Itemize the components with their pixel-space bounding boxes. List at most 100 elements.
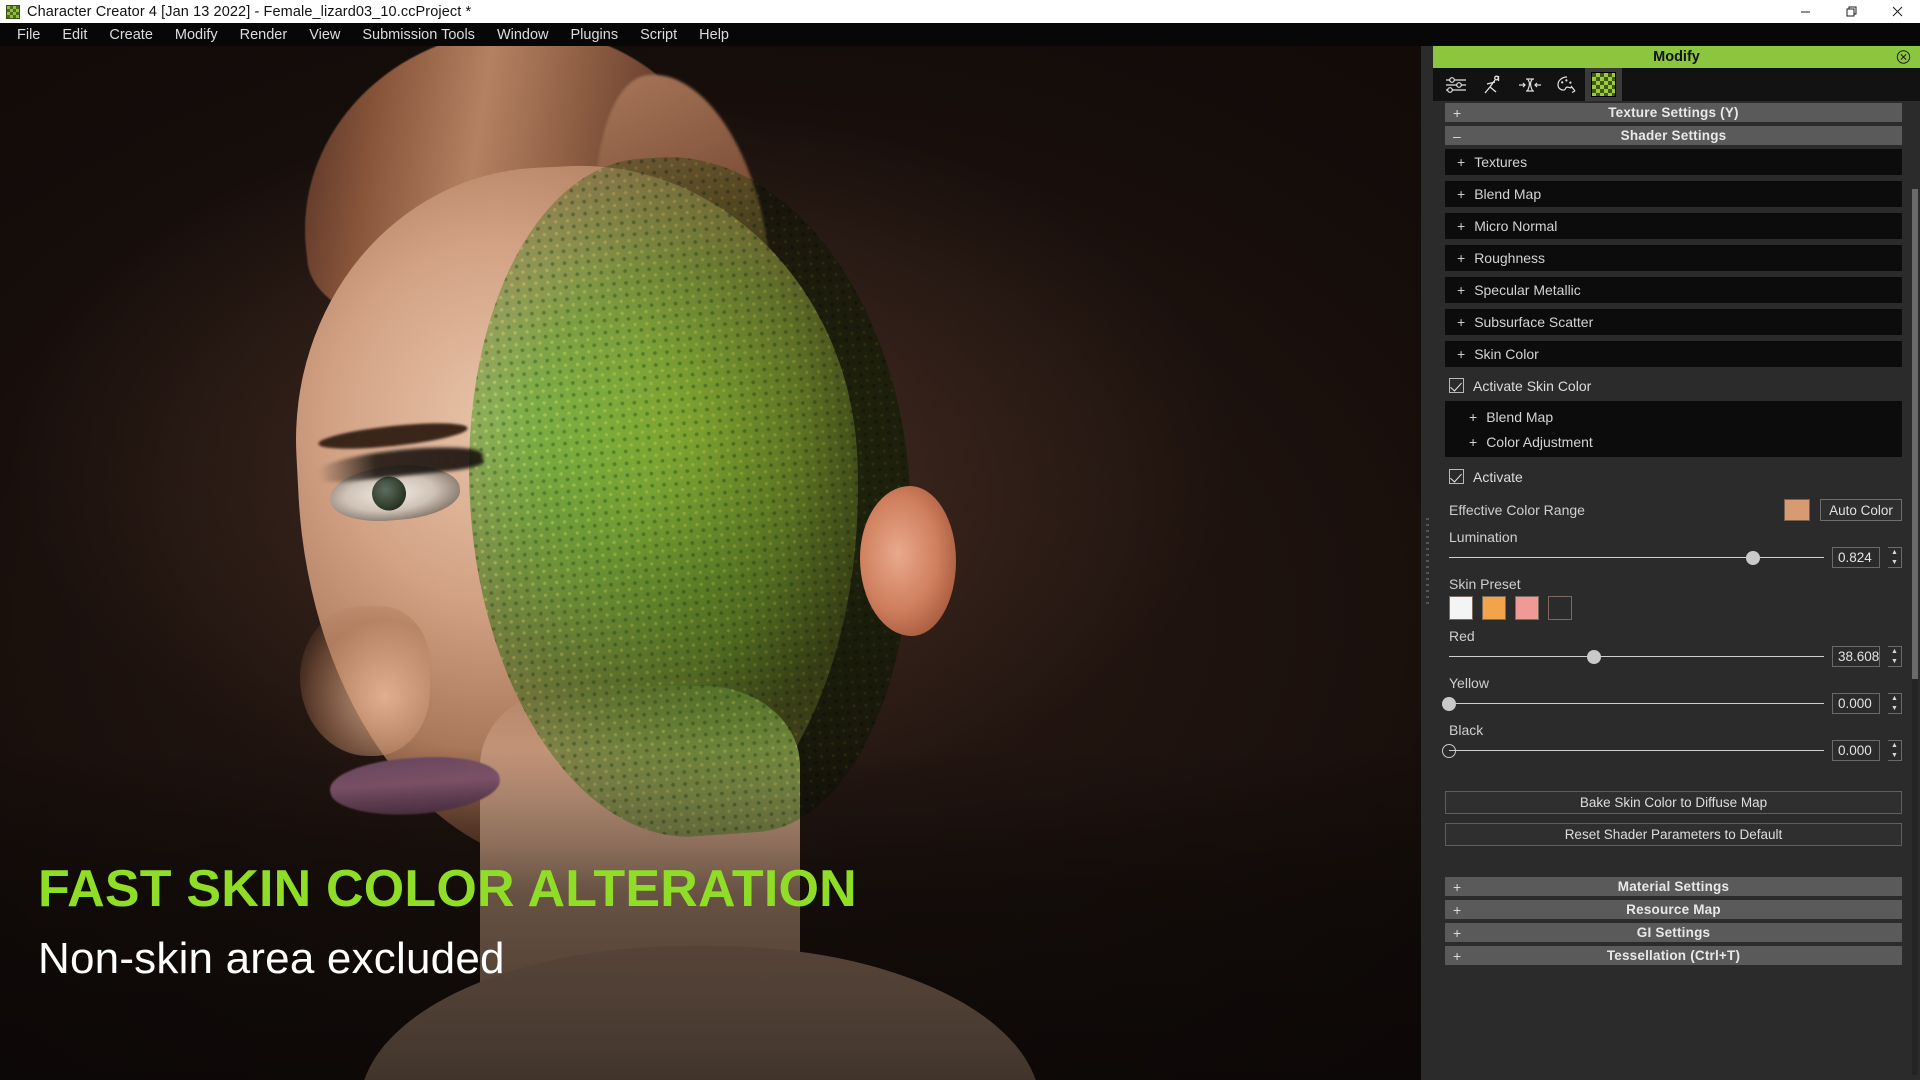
pose-icon[interactable] [1474, 68, 1511, 101]
lumination-stepper[interactable]: ▲ ▼ [1888, 547, 1902, 568]
preset-empty-swatch[interactable] [1548, 596, 1572, 620]
group-skin-color[interactable]: + Skin Color [1445, 341, 1902, 367]
group-label: Specular Metallic [1474, 282, 1581, 298]
app-logo-icon [6, 4, 20, 19]
panel-scrollbar[interactable] [1912, 189, 1918, 1075]
effective-color-range-row: Effective Color Range Auto Color [1449, 499, 1902, 521]
palette-icon[interactable] [1548, 68, 1585, 101]
slider-track [1449, 749, 1824, 751]
subgroup-blend-map[interactable]: + Blend Map [1445, 404, 1902, 429]
stepper-down-icon[interactable]: ▼ [1888, 751, 1901, 761]
subgroup-color-adjustment[interactable]: + Color Adjustment [1445, 429, 1902, 454]
group-subsurface-scatter[interactable]: + Subsurface Scatter [1445, 309, 1902, 335]
black-slider[interactable] [1442, 743, 1824, 758]
checkbox-activate-skin-color[interactable]: Activate Skin Color [1449, 373, 1902, 398]
panel-toolbar [1433, 68, 1920, 101]
yellow-value[interactable]: 0.000 [1832, 693, 1880, 714]
section-tessellation[interactable]: + Tessellation (Ctrl+T) [1445, 946, 1902, 965]
bake-skin-color-button[interactable]: Bake Skin Color to Diffuse Map [1445, 791, 1902, 814]
splitter-dots-icon [1425, 518, 1429, 608]
menu-plugins[interactable]: Plugins [560, 25, 630, 45]
slider-knob[interactable] [1442, 696, 1456, 711]
slider-knob[interactable] [1442, 743, 1456, 758]
auto-color-button[interactable]: Auto Color [1820, 499, 1902, 521]
expand-toggle-icon: + [1457, 346, 1466, 362]
menu-create[interactable]: Create [98, 25, 164, 45]
modify-panel: Modify + Texture Settings (Y) – Shader S… [1421, 46, 1920, 1080]
menu-render[interactable]: Render [229, 25, 299, 45]
expand-toggle-icon: + [1469, 433, 1478, 450]
main-area: FAST SKIN COLOR ALTERATION Non-skin area… [0, 46, 1920, 1080]
menu-edit[interactable]: Edit [51, 25, 98, 45]
stepper-down-icon[interactable]: ▼ [1888, 558, 1901, 568]
black-stepper[interactable]: ▲ ▼ [1888, 740, 1902, 761]
menu-modify[interactable]: Modify [164, 25, 229, 45]
restore-icon[interactable] [1828, 0, 1874, 23]
group-label: Skin Color [1474, 346, 1539, 362]
yellow-label: Yellow [1449, 675, 1489, 691]
menu-file[interactable]: File [6, 25, 51, 45]
minimize-icon[interactable] [1782, 0, 1828, 23]
overlay-headline: FAST SKIN COLOR ALTERATION [38, 859, 857, 918]
group-micro-normal[interactable]: + Micro Normal [1445, 213, 1902, 239]
panel-splitter-handle[interactable] [1421, 46, 1433, 1080]
lumination-value[interactable]: 0.824 [1832, 547, 1880, 568]
checkbox-icon [1449, 378, 1464, 393]
stepper-down-icon[interactable]: ▼ [1888, 657, 1901, 667]
effective-color-swatch[interactable] [1784, 499, 1810, 521]
close-icon[interactable] [1874, 0, 1920, 23]
section-shader-settings[interactable]: – Shader Settings [1445, 126, 1902, 145]
stepper-down-icon[interactable]: ▼ [1888, 704, 1901, 714]
menu-view[interactable]: View [298, 25, 351, 45]
stepper-up-icon[interactable]: ▲ [1888, 647, 1901, 657]
skin-preset-swatches [1449, 596, 1902, 620]
menu-window[interactable]: Window [486, 25, 560, 45]
menu-help[interactable]: Help [688, 25, 740, 45]
group-textures[interactable]: + Textures [1445, 149, 1902, 175]
material-checker-swatch [1591, 72, 1616, 97]
section-gi-settings[interactable]: + GI Settings [1445, 923, 1902, 942]
close-circle-icon[interactable] [1896, 50, 1911, 65]
black-value[interactable]: 0.000 [1832, 740, 1880, 761]
checkbox-activate[interactable]: Activate [1449, 464, 1902, 489]
3d-viewport[interactable]: FAST SKIN COLOR ALTERATION Non-skin area… [0, 46, 1421, 1080]
stepper-up-icon[interactable]: ▲ [1888, 741, 1901, 751]
skin-preset-label: Skin Preset [1449, 576, 1521, 592]
material-swatch-icon[interactable] [1585, 68, 1622, 101]
section-texture-settings[interactable]: + Texture Settings (Y) [1445, 103, 1902, 122]
reset-shader-parameters-button[interactable]: Reset Shader Parameters to Default [1445, 823, 1902, 846]
expand-toggle-icon: + [1457, 314, 1466, 330]
group-roughness[interactable]: + Roughness [1445, 245, 1902, 271]
slider-knob[interactable] [1745, 550, 1760, 565]
preset-orange-swatch[interactable] [1482, 596, 1506, 620]
subgroup-label: Color Adjustment [1486, 433, 1593, 450]
panel-header: Modify [1433, 46, 1920, 68]
stepper-up-icon[interactable]: ▲ [1888, 694, 1901, 704]
section-resource-map[interactable]: + Resource Map [1445, 900, 1902, 919]
menu-bar: File Edit Create Modify Render View Subm… [0, 23, 1920, 46]
lumination-slider-row: 0.824 ▲ ▼ [1449, 547, 1902, 568]
transform-icon[interactable] [1511, 68, 1548, 101]
preset-white-swatch[interactable] [1449, 596, 1473, 620]
section-label: Tessellation (Ctrl+T) [1606, 948, 1741, 963]
lumination-slider[interactable] [1449, 550, 1824, 565]
red-slider-row: 38.608 ▲ ▼ [1449, 646, 1902, 667]
group-specular-metallic[interactable]: + Specular Metallic [1445, 277, 1902, 303]
preset-pink-swatch[interactable] [1515, 596, 1539, 620]
section-label: GI Settings [1636, 925, 1711, 940]
red-value[interactable]: 38.608 [1832, 646, 1880, 667]
yellow-stepper[interactable]: ▲ ▼ [1888, 693, 1902, 714]
stepper-up-icon[interactable]: ▲ [1888, 548, 1901, 558]
group-blend-map[interactable]: + Blend Map [1445, 181, 1902, 207]
menu-script[interactable]: Script [629, 25, 688, 45]
overlay-subline: Non-skin area excluded [38, 934, 505, 983]
slider-knob[interactable] [1586, 649, 1601, 664]
section-label: Resource Map [1626, 902, 1721, 917]
adjust-sliders-icon[interactable] [1437, 68, 1474, 101]
section-material-settings[interactable]: + Material Settings [1445, 877, 1902, 896]
red-stepper[interactable]: ▲ ▼ [1888, 646, 1902, 667]
red-slider[interactable] [1449, 649, 1824, 664]
scrollbar-thumb[interactable] [1912, 189, 1918, 679]
yellow-slider[interactable] [1442, 696, 1824, 711]
menu-submission-tools[interactable]: Submission Tools [351, 25, 486, 45]
